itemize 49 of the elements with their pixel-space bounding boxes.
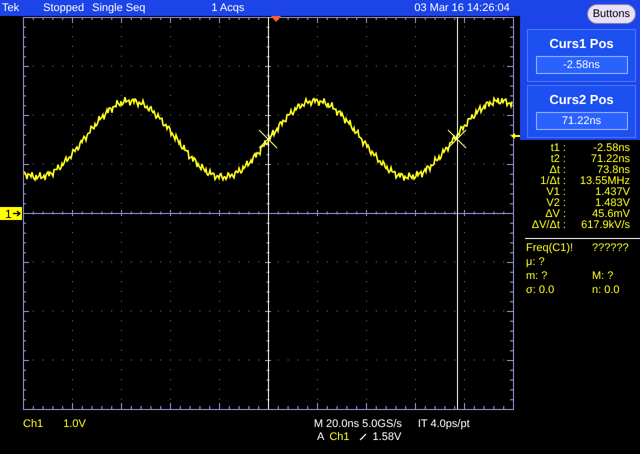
statistic-label: M: ? [592,269,614,283]
readout-value: 617.9kV/s [580,220,630,231]
cursor-panel[interactable]: Curs2 Pos 71.22ns [527,85,636,138]
readout-label: t2 : [550,154,567,165]
run-state: Stopped [43,2,84,14]
buttons-button[interactable]: Buttons [586,4,636,24]
cursor-cross-icon [448,130,466,148]
cursor-position-field[interactable]: 71.22ns [536,112,628,130]
statistic-label: μ: ? [526,255,546,269]
measurement-value: ?????? [592,241,630,255]
readout-value: 1.483V [594,198,630,209]
cursor-position-field[interactable]: -2.58ns [536,56,628,74]
readout-label: V2 : [545,198,567,209]
timebase-readout: M 20.0ns 5.0GS/s [314,418,402,430]
readout-value: 13.55MHz [578,176,630,187]
channel-marker[interactable]: 1 [0,207,22,221]
brand-label: Tek [2,2,20,14]
panel-title: Curs2 Pos [549,92,614,107]
readout-value: -2.58ns [592,143,630,154]
readout-value: 71.22ns [590,154,630,165]
statistic-label: n: 0.0 [592,283,621,297]
readout-value: 73.8ns [596,165,630,176]
trigger-mode: A [317,431,324,443]
trigger-level-icon [511,133,520,139]
measurement-name: Freq(C1)! [526,241,574,255]
readout-label: V1 : [545,187,567,198]
readout-label: Δt : [548,165,567,176]
rising-slope-icon [358,433,367,441]
statistic-label: m: ? [526,269,548,283]
volts-per-div: 1.0V [63,418,86,430]
readout-label: 1/Δt : [539,176,567,187]
acquisition-mode: Single Seq [92,2,146,14]
trigger-level: 1.58V [372,431,402,443]
cursor-cross-icon [258,130,278,148]
cursor-line[interactable] [268,16,269,410]
channel-label: Ch1 [23,418,44,430]
readout-value: 45.6mV [591,209,630,220]
cursor-line[interactable] [457,16,458,410]
readout-label: ΔV : [544,209,567,220]
interpolation-readout: IT 4.0ps/pt [418,418,470,430]
panel-title: Curs1 Pos [549,36,614,51]
readout-label: ΔV/Δt : [530,220,567,231]
acquisition-count: 1 Acqs [211,2,244,14]
readout-value: 1.437V [594,187,630,198]
cursor-panel[interactable]: Curs1 Pos -2.58ns [527,29,636,82]
statistic-label: σ: 0.0 [526,283,556,297]
readout-label: t1 : [550,143,567,154]
trigger-source: Ch1 [329,431,350,443]
date-time: 03 Mar 16 14:26:04 [414,2,510,14]
